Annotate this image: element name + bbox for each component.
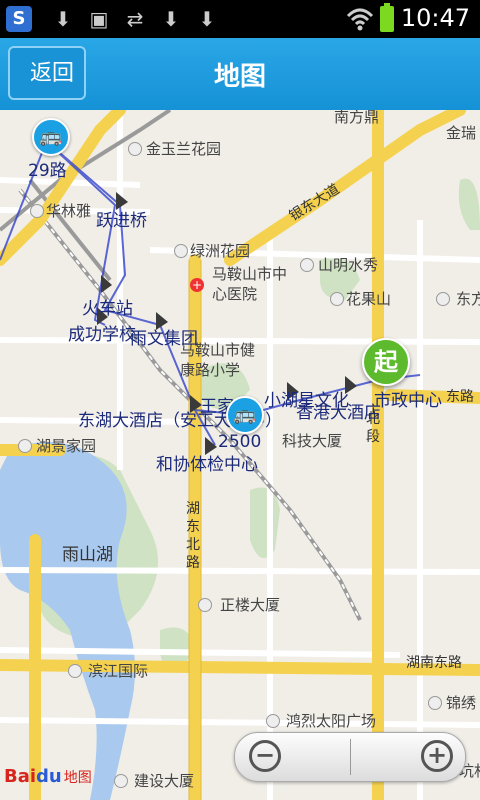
- logo-du: du: [36, 766, 62, 787]
- bus-stop-label: 和协体检中心: [156, 455, 258, 475]
- zoom-out-icon: −: [249, 740, 281, 772]
- poi-icon: [330, 292, 344, 306]
- zoom-in-icon: +: [421, 740, 453, 772]
- place-label: 建设大厦: [134, 772, 195, 790]
- bus-stop-label: 市政中心: [374, 391, 442, 411]
- place-label: 绿洲花园: [190, 242, 251, 260]
- logo-bai: Bai: [4, 766, 37, 787]
- place-label: 湖景家园: [36, 437, 97, 455]
- poi-icon: [436, 292, 450, 306]
- place-label: 鸿烈太阳广场: [286, 712, 377, 730]
- poi-icon: [428, 696, 442, 710]
- place-label: 马鞍山市中心医院: [212, 265, 288, 303]
- hospital-icon: +: [190, 278, 204, 292]
- baidu-logo: Baidu 地图: [4, 766, 92, 787]
- download-icon: ⬇: [162, 7, 180, 31]
- poi-icon: [300, 258, 314, 272]
- wifi-icon: [346, 8, 374, 31]
- place-label: 花果山: [346, 290, 392, 308]
- download-icon: ⬇: [198, 7, 216, 31]
- bus-stop-label: 成功学校: [68, 325, 136, 345]
- poi-icon: [174, 244, 188, 258]
- road-label: 湖南东路: [406, 655, 462, 671]
- bus-stop-label: 2500: [218, 432, 262, 452]
- start-marker[interactable]: 起: [362, 338, 410, 386]
- zoom-out-button[interactable]: −: [235, 733, 350, 781]
- poi-icon: [18, 439, 32, 453]
- status-bar: S ⬇ ▣ ⇄ ⬇ ⬇ 10:47: [0, 0, 480, 38]
- place-label: 山明水秀: [318, 256, 379, 274]
- battery-icon: [380, 3, 394, 32]
- place-label: 东方: [456, 290, 480, 308]
- place-label: 南方鼎: [334, 110, 380, 126]
- road-label: 东路: [446, 389, 474, 405]
- map-view[interactable]: 南方鼎 金瑞 金玉兰花园 华林雅 绿洲花园 马鞍山市中心医院 山明水秀 花果山 …: [0, 110, 480, 800]
- download-icon: ⬇: [54, 7, 72, 31]
- place-label: 科技大厦: [282, 432, 343, 450]
- bus-stop-icon[interactable]: 🚌: [226, 396, 264, 434]
- road-label: 湖东北路: [186, 501, 200, 571]
- zoom-in-button[interactable]: +: [351, 733, 466, 781]
- sync-icon: ⇄: [126, 7, 144, 31]
- clock: 10:47: [400, 4, 470, 32]
- poi-icon: [128, 142, 142, 156]
- lake-label: 雨山湖: [62, 545, 113, 565]
- bus-stop-label: 雨文集团: [130, 329, 198, 349]
- poi-icon: [114, 774, 128, 788]
- logo-map: 地图: [63, 770, 92, 786]
- bus-stop-icon[interactable]: 🚌: [32, 118, 70, 156]
- bus-stop-label: 香港大酒店: [296, 403, 381, 423]
- app-notification-icon: S: [6, 6, 32, 32]
- bus-stop-label: 跃进桥: [96, 211, 147, 231]
- place-label: 锦绣: [446, 694, 477, 712]
- page-title: 地图: [213, 62, 266, 92]
- bus-stop-label: 火车站: [82, 299, 133, 319]
- title-bar: 返回 地图: [0, 38, 480, 110]
- poi-icon: [266, 714, 280, 728]
- poi-icon: [198, 598, 212, 612]
- place-label: 金瑞: [446, 124, 477, 142]
- image-icon: ▣: [89, 7, 109, 31]
- place-label: 正楼大厦: [220, 596, 281, 614]
- poi-icon: [68, 664, 82, 678]
- bus-stop-label: 29路: [28, 161, 67, 181]
- place-label: 华林雅: [46, 202, 92, 220]
- place-label: 金玉兰花园: [146, 140, 222, 158]
- poi-icon: [30, 204, 44, 218]
- place-label: 滨江国际: [88, 662, 149, 680]
- zoom-control: − +: [234, 732, 466, 782]
